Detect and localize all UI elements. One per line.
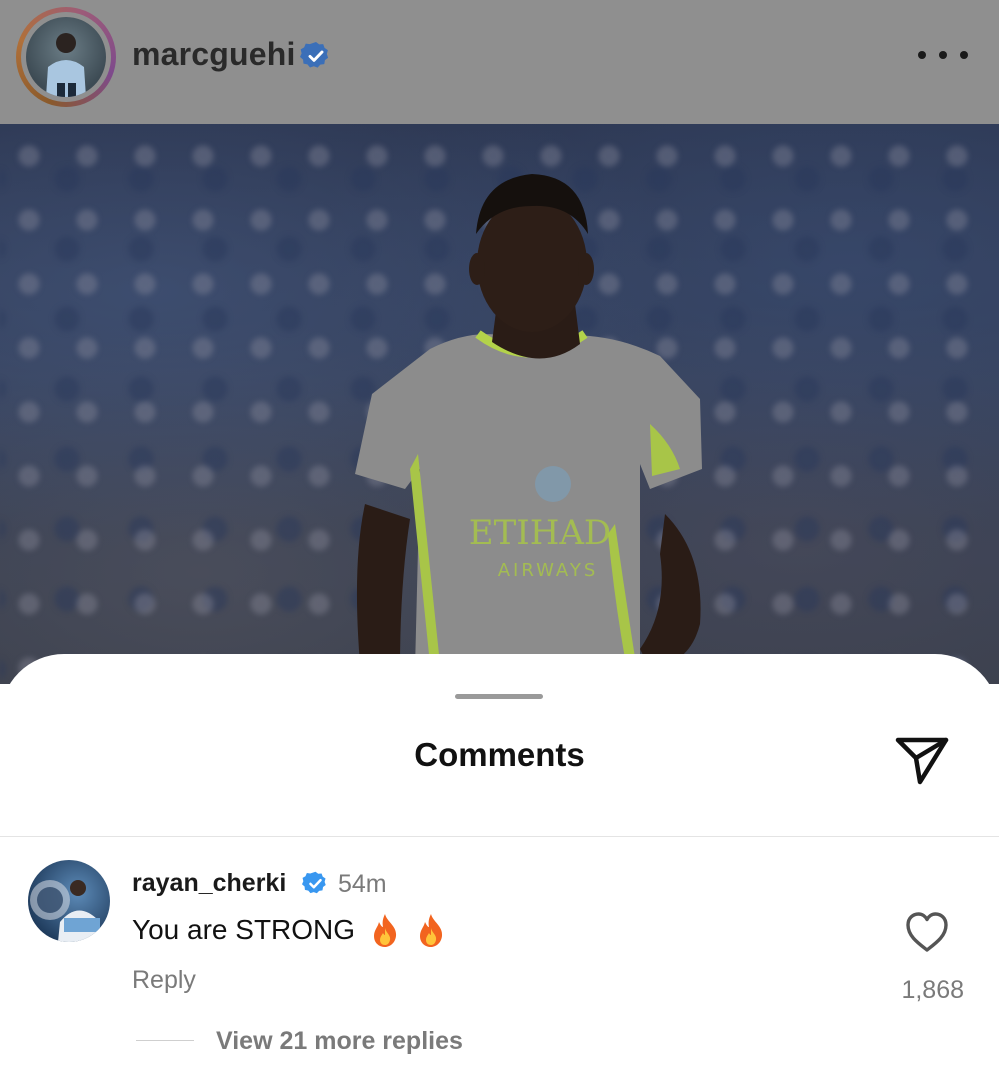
player-figure: ETIHAD AIRWAYS	[355, 174, 702, 669]
shirt-sponsor-line1: ETIHAD	[469, 513, 611, 553]
comment-avatar[interactable]	[28, 860, 110, 942]
verified-badge-icon	[300, 42, 329, 68]
comment-body: You are STRONG	[132, 914, 356, 945]
fire-emoji-icon	[420, 914, 443, 947]
avatar[interactable]	[26, 17, 106, 97]
post-username[interactable]: marcguehi	[132, 36, 296, 73]
comment-timestamp: 54m	[338, 870, 387, 898]
paper-plane-icon[interactable]	[892, 730, 952, 786]
story-ring[interactable]	[16, 7, 116, 107]
more-options-icon[interactable]	[918, 40, 968, 70]
post-photo[interactable]: ETIHAD AIRWAYS	[0, 124, 999, 684]
comment-text: You are STRONG	[132, 912, 447, 948]
drag-handle[interactable]	[455, 694, 543, 699]
fire-emoji-icon	[374, 914, 397, 947]
comment-username[interactable]: rayan_cherki	[132, 869, 286, 898]
post-header: marcguehi	[0, 0, 999, 124]
shirt-sponsor-line2: AIRWAYS	[498, 560, 599, 581]
sheet-title: Comments	[414, 736, 585, 773]
heart-icon[interactable]	[904, 910, 950, 954]
header-divider	[0, 836, 999, 837]
view-more-replies-button[interactable]: View 21 more replies	[216, 1027, 463, 1056]
verified-badge-icon	[302, 871, 326, 894]
replies-divider-line	[136, 1040, 194, 1041]
reply-button[interactable]: Reply	[132, 966, 196, 995]
like-count: 1,868	[901, 976, 964, 1004]
comments-sheet: Comments rayan_cherki 54m You are STRONG…	[0, 654, 999, 1090]
